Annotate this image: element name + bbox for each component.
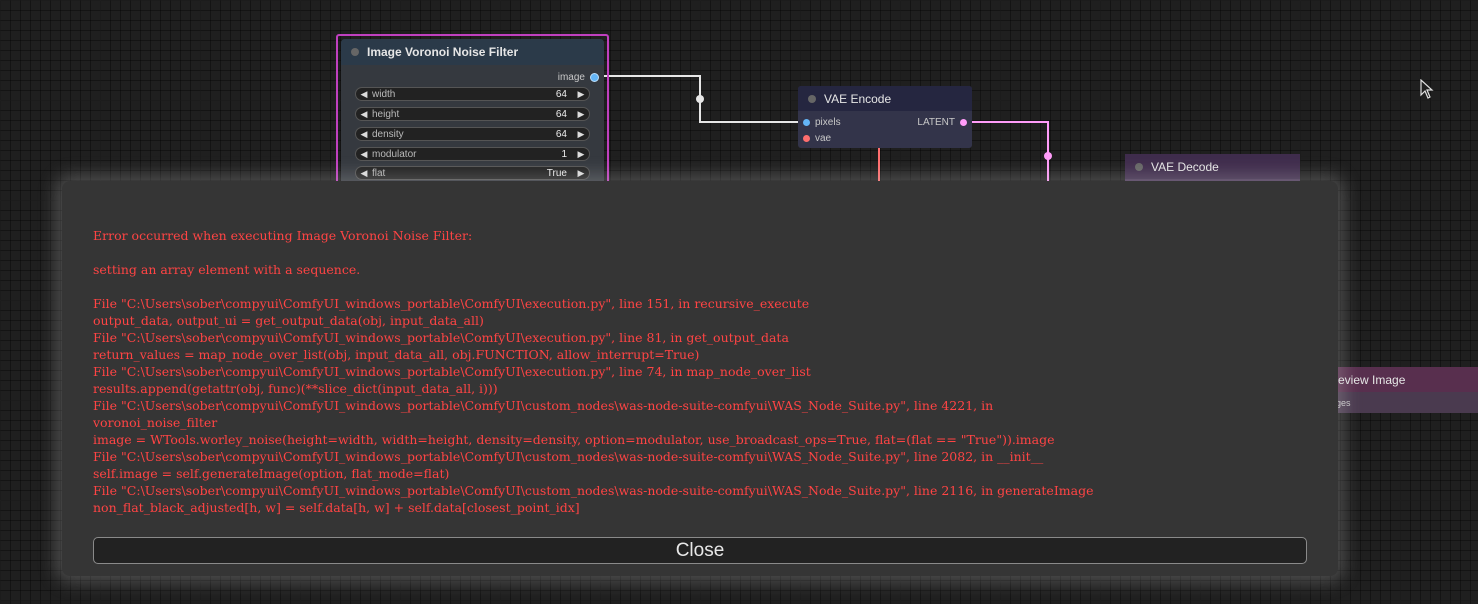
node-collapse-dot[interactable] [351,48,359,56]
width-label: width [372,88,396,100]
vae-input-row[interactable]: vae [803,133,831,144]
height-label: height [372,108,400,120]
image-link-midpoint [696,95,704,103]
latent-output-label: LATENT [917,117,955,128]
vae-input-port[interactable] [803,135,810,142]
error-dialog: Error occurred when executing Image Voro… [62,181,1338,576]
image-output-port[interactable] [590,73,599,82]
error-line: File "C:\Users\sober\compyui\ComfyUI_win… [93,364,811,379]
error-line: self.image = self.generateImage(option, … [93,466,450,481]
flat-widget[interactable]: ◀ flat True ▶ [355,166,590,180]
error-line: File "C:\Users\sober\compyui\ComfyUI_win… [93,398,994,413]
density-value: 64 [555,128,567,140]
vae-encode-title: VAE Encode [824,91,892,106]
pixels-input-label: pixels [815,117,841,128]
increment-arrow-icon[interactable]: ▶ [573,168,589,179]
error-traceback: Error occurred when executing Image Voro… [93,227,1313,516]
error-line: non_flat_black_adjusted[h, w] = self.dat… [93,500,580,515]
width-value: 64 [555,88,567,100]
latent-output-row[interactable]: LATENT [917,117,967,128]
error-line: return_values = map_node_over_list(obj, … [93,347,700,362]
flat-value: True [546,167,567,179]
height-value: 64 [555,108,567,120]
error-line: voronoi_noise_filter [93,415,218,430]
image-output-row[interactable]: image [558,72,599,83]
preview-image-title: review Image [1334,372,1406,387]
node-collapse-dot[interactable] [1135,162,1143,171]
decrement-arrow-icon[interactable]: ◀ [356,129,372,140]
width-widget[interactable]: ◀ width 64 ▶ [355,87,590,101]
node-collapse-dot[interactable] [808,94,816,103]
latent-link-midpoint [1044,152,1052,160]
increment-arrow-icon[interactable]: ▶ [573,129,589,140]
error-line: image = WTools.worley_noise(height=width… [93,432,1055,447]
error-line: setting an array element with a sequence… [93,262,361,277]
vae-decode-title-bar[interactable]: VAE Decode [1125,154,1300,179]
error-line: Error occurred when executing Image Voro… [93,228,473,243]
error-line: File "C:\Users\sober\compyui\ComfyUI_win… [93,296,810,311]
vae-encode-node[interactable]: VAE Encode pixels vae LATENT [798,86,972,148]
pixels-input-row[interactable]: pixels [803,117,841,128]
error-line: output_data, output_ui = get_output_data… [93,313,484,328]
voronoi-node-title: Image Voronoi Noise Filter [367,45,519,59]
error-line: File "C:\Users\sober\compyui\ComfyUI_win… [93,449,1044,464]
image-output-label: image [557,72,585,83]
voronoi-node-title-bar[interactable]: Image Voronoi Noise Filter [341,39,604,65]
arrow-cursor-icon [1420,79,1434,99]
latent-output-port[interactable] [960,119,967,126]
flat-label: flat [372,167,386,179]
error-line: File "C:\Users\sober\compyui\ComfyUI_win… [93,483,1094,498]
increment-arrow-icon[interactable]: ▶ [573,109,589,120]
preview-image-title-bar[interactable]: review Image [1320,367,1478,392]
decrement-arrow-icon[interactable]: ◀ [356,149,372,160]
error-line: File "C:\Users\sober\compyui\ComfyUI_win… [93,330,789,345]
modulator-widget[interactable]: ◀ modulator 1 ▶ [355,147,590,161]
modulator-label: modulator [372,148,417,160]
vae-encode-title-bar[interactable]: VAE Encode [798,86,972,111]
decrement-arrow-icon[interactable]: ◀ [356,168,372,179]
increment-arrow-icon[interactable]: ▶ [573,149,589,160]
pixels-input-port[interactable] [803,119,810,126]
vae-input-label: vae [815,133,832,144]
decrement-arrow-icon[interactable]: ◀ [356,89,372,100]
preview-image-node[interactable]: review Image iges [1320,367,1478,413]
latent-link [965,121,1049,185]
voronoi-noise-node[interactable]: Image Voronoi Noise Filter image ◀ width… [341,39,604,189]
density-widget[interactable]: ◀ density 64 ▶ [355,127,590,141]
decrement-arrow-icon[interactable]: ◀ [356,109,372,120]
increment-arrow-icon[interactable]: ▶ [573,89,589,100]
height-widget[interactable]: ◀ height 64 ▶ [355,107,590,121]
vae-decode-title: VAE Decode [1151,159,1219,174]
close-button[interactable]: Close [93,537,1307,564]
modulator-value: 1 [561,148,567,160]
error-line: results.append(getattr(obj, func)(**slic… [93,381,498,396]
density-label: density [372,128,404,140]
